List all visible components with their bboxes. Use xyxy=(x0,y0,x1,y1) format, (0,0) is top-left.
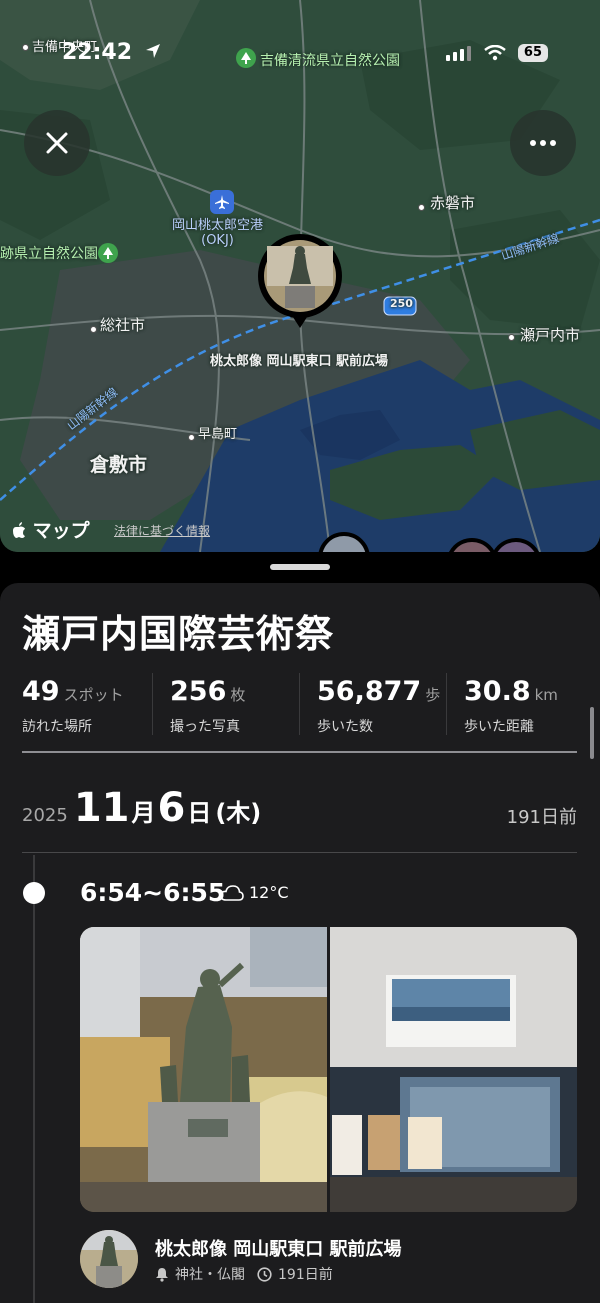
photo-statue[interactable] xyxy=(80,927,327,1212)
city-label-akaiwa: 赤磐市 xyxy=(430,194,476,212)
status-time: 22:42 xyxy=(62,40,162,65)
city-label-soja: 総社市 xyxy=(100,316,146,334)
photo-map-pin[interactable] xyxy=(255,234,345,328)
ellipsis-icon xyxy=(530,140,556,146)
map-view[interactable]: 吉備中央町 吉備清流県立自然公園 赤磐市 岡山桃太郎空港 (OKJ) 跡県立自然… xyxy=(0,0,600,552)
maps-logo: マップ xyxy=(12,516,90,543)
stat-photos: 256 枚 撮った写真 xyxy=(170,676,245,736)
photo-image xyxy=(330,927,577,1212)
park-label-left: 跡県立自然公園 xyxy=(0,246,98,262)
battery-indicator: 65 xyxy=(517,44,548,62)
wifi-icon xyxy=(484,45,506,61)
day-relative-time: 191日前 xyxy=(506,807,577,828)
city-dot-setouchi xyxy=(508,334,515,341)
apple-logo-icon xyxy=(13,522,25,538)
location-arrow-icon xyxy=(145,44,160,58)
spot-thumbnail[interactable] xyxy=(80,1230,138,1288)
airport-code: (OKJ) xyxy=(201,233,234,248)
stat-label: 撮った写真 xyxy=(170,719,240,735)
divider xyxy=(152,673,153,735)
timeline-line xyxy=(33,855,35,1303)
photo-grid[interactable] xyxy=(80,927,577,1212)
more-options-button[interactable] xyxy=(510,110,576,176)
date-day: 6 xyxy=(157,785,186,831)
entry-temperature: 12°C xyxy=(249,883,289,902)
park-icon xyxy=(98,243,118,263)
date-year: 2025 xyxy=(22,805,68,826)
divider xyxy=(299,673,300,735)
town-label-hayashima: 早島町 xyxy=(198,427,238,442)
park-label-kibi: 吉備清流県立自然公園 xyxy=(260,53,400,69)
stat-unit: km xyxy=(534,686,558,704)
date-month-suffix: 月 xyxy=(131,799,156,827)
airport-label: 岡山桃太郎空港 (OKJ) xyxy=(172,218,263,248)
maps-logo-text: マップ xyxy=(32,520,90,542)
close-button[interactable] xyxy=(24,110,90,176)
stat-value: 56,877 xyxy=(317,676,422,707)
city-dot-akaiwa xyxy=(418,204,425,211)
entry-weather: 12°C xyxy=(220,883,289,902)
cloud-icon xyxy=(220,884,244,901)
spot-category: 神社・仏閣 xyxy=(175,1267,245,1283)
stat-value: 30.8 xyxy=(464,676,531,707)
airport-name: 岡山桃太郎空港 xyxy=(172,218,264,233)
stat-spots: 49 スポット 訪れた場所 xyxy=(22,676,124,736)
trip-sheet: 瀬戸内国際芸術祭 49 スポット 訪れた場所 256 枚 撮った写真 56,877 歩… xyxy=(0,583,600,1303)
stat-value: 49 xyxy=(22,676,60,707)
route-number: 250 xyxy=(390,297,413,310)
stat-unit: 歩 xyxy=(425,686,441,704)
divider xyxy=(446,673,447,735)
stat-label: 歩いた数 xyxy=(317,719,373,735)
airport-icon xyxy=(210,190,234,214)
stat-distance: 30.8 km 歩いた距離 xyxy=(464,676,558,736)
trip-title: 瀬戸内国際芸術祭 xyxy=(22,612,335,656)
divider xyxy=(22,751,577,753)
stat-value: 256 xyxy=(170,676,227,707)
town-dot-hayashima xyxy=(188,434,195,441)
spot-relative-time: 191日前 xyxy=(278,1267,333,1283)
bell-icon xyxy=(156,1267,168,1282)
stat-label: 歩いた距離 xyxy=(464,719,534,735)
timeline-dot xyxy=(23,882,45,904)
stat-steps: 56,877 歩 歩いた数 xyxy=(317,676,440,736)
spot-meta: 神社・仏閣 191日前 xyxy=(155,1264,333,1284)
city-label-kurashiki: 倉敷市 xyxy=(90,454,148,476)
day-header-date: 2025 11 月 6 日 (木) xyxy=(22,785,263,831)
close-icon xyxy=(46,132,68,154)
date-month: 11 xyxy=(73,785,130,831)
date-weekday: (木) xyxy=(215,799,262,827)
cellular-signal-icon xyxy=(445,46,471,61)
town-dot xyxy=(22,44,29,51)
photo-image xyxy=(80,927,327,1212)
entry-time: 6:54~6:55 xyxy=(80,878,226,907)
clock-icon xyxy=(257,1266,272,1282)
sheet-grabber[interactable] xyxy=(270,564,330,570)
status-time-text: 22:42 xyxy=(62,40,133,65)
spot-name[interactable]: 桃太郎像 岡山駅東口 駅前広場 xyxy=(155,1235,402,1261)
photo-station[interactable] xyxy=(330,927,577,1212)
stat-unit: スポット xyxy=(63,686,124,704)
stat-unit: 枚 xyxy=(230,686,246,704)
city-dot-soja xyxy=(90,326,97,333)
pin-place-label: 桃太郎像 岡山駅東口 駅前広場 xyxy=(210,354,389,369)
scroll-indicator[interactable] xyxy=(590,707,594,759)
park-icon xyxy=(236,48,256,68)
date-day-suffix: 日 xyxy=(187,799,212,827)
legal-link[interactable]: 法律に基づく情報 xyxy=(114,522,210,539)
city-label-setouchi: 瀬戸内市 xyxy=(520,326,581,344)
stat-label: 訪れた場所 xyxy=(22,719,92,735)
divider xyxy=(22,852,577,853)
spot-thumbnail-image xyxy=(80,1230,138,1288)
status-indicators: 65 xyxy=(445,44,548,62)
